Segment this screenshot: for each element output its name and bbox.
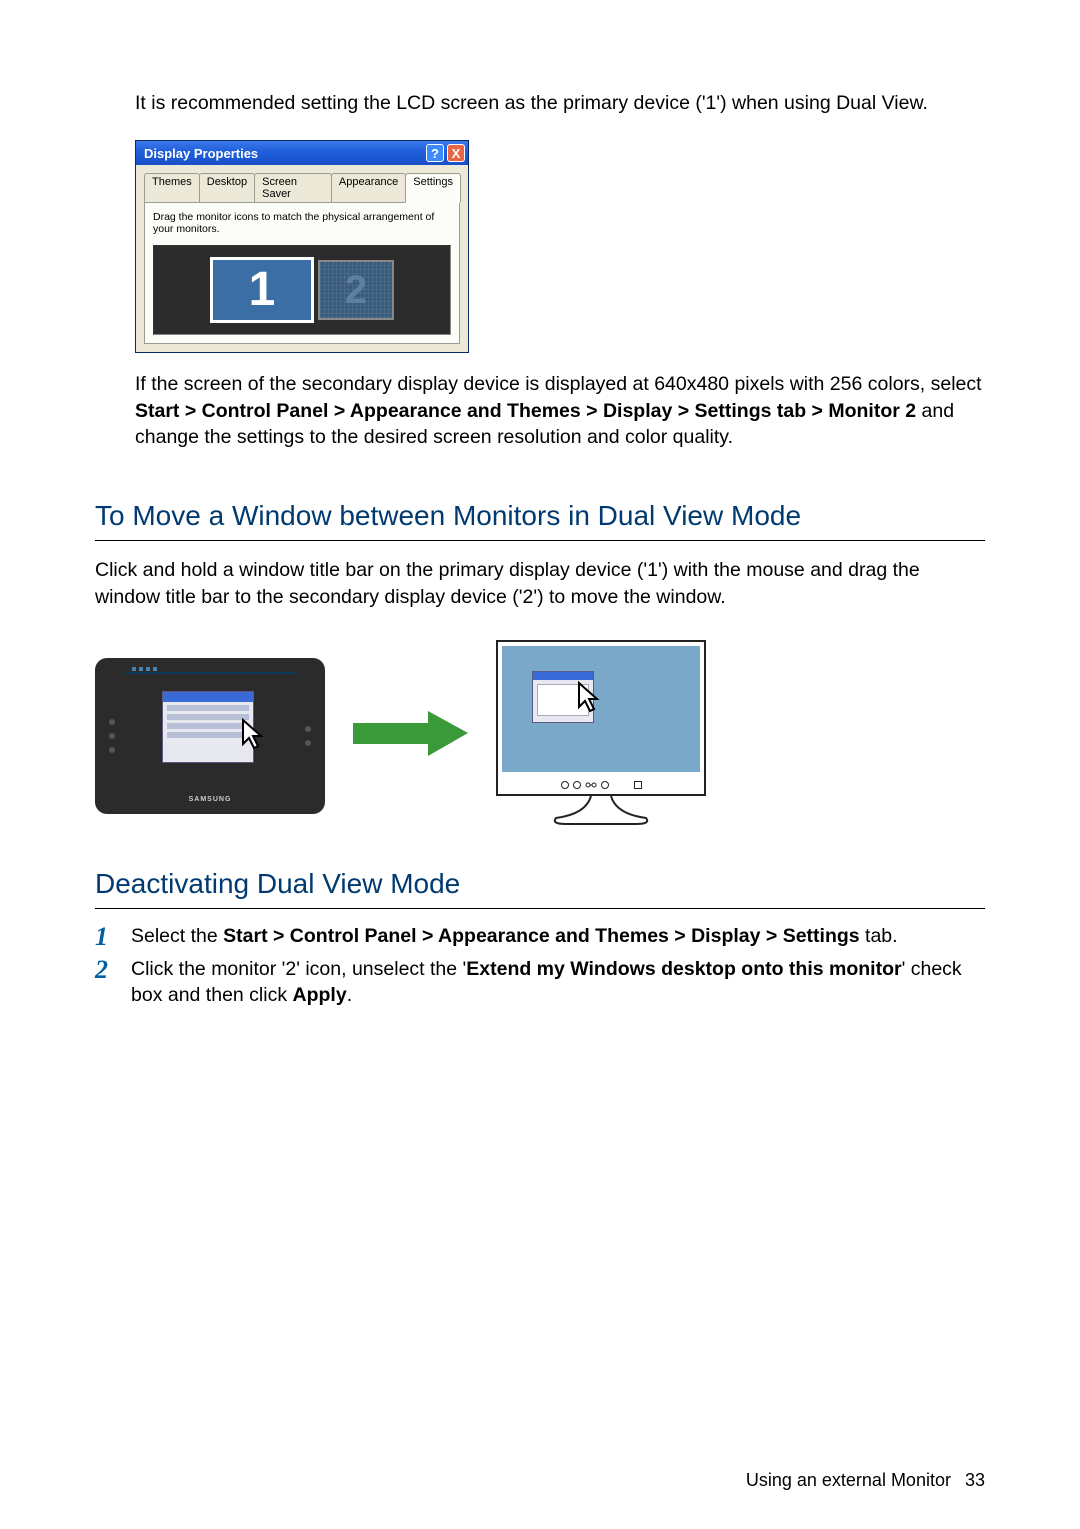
step-1-text-a: Select the (131, 925, 223, 947)
monitor-arrangement-area: 1 2 (153, 245, 451, 335)
para-text-a: If the screen of the secondary display d… (135, 373, 982, 395)
tab-settings[interactable]: Settings (405, 173, 461, 203)
monitor-2-icon[interactable]: 2 (318, 260, 394, 320)
nav-path: Start > Control Panel > Appearance and T… (135, 400, 916, 422)
deactivate-steps: 1 Select the Start > Control Panel > App… (95, 923, 985, 1009)
resolution-paragraph: If the screen of the secondary display d… (95, 371, 985, 450)
external-monitor (496, 640, 706, 833)
intro-paragraph: It is recommended setting the LCD screen… (95, 90, 985, 116)
monitor-screen (502, 646, 700, 772)
step-2-apply-label: Apply (293, 984, 347, 1006)
tab-themes[interactable]: Themes (144, 173, 200, 202)
handheld-device: SAMSUNG (95, 658, 325, 814)
tab-bar: Themes Desktop Screen Saver Appearance S… (136, 165, 468, 202)
step-2-extend-label: Extend my Windows desktop onto this moni… (466, 958, 901, 980)
move-window-paragraph: Click and hold a window title bar on the… (95, 557, 985, 610)
tab-desktop[interactable]: Desktop (199, 173, 255, 202)
arrow-icon (353, 711, 468, 761)
tab-screen-saver[interactable]: Screen Saver (254, 173, 332, 202)
monitor-1-icon[interactable]: 1 (210, 257, 314, 323)
drag-instructions: Drag the monitor icons to match the phys… (153, 211, 451, 235)
close-icon[interactable]: X (447, 144, 465, 162)
device-brand-label: SAMSUNG (121, 796, 299, 803)
display-properties-window: Display Properties ? X Themes Desktop Sc… (135, 140, 469, 353)
step-2-text-c: . (347, 984, 352, 1006)
window-title: Display Properties (144, 146, 258, 161)
monitor-controls (498, 776, 704, 794)
step-1-path: Start > Control Panel > Appearance and T… (223, 925, 859, 947)
page-number: 33 (965, 1470, 985, 1490)
heading-deactivate: Deactivating Dual View Mode (95, 868, 985, 909)
heading-move-window: To Move a Window between Monitors in Dua… (95, 500, 985, 541)
step-2-text-a: Click the monitor '2' icon, unselect the… (131, 958, 466, 980)
drag-diagram: SAMSUNG (95, 640, 985, 833)
monitor-stand (496, 796, 706, 828)
device-screen (125, 672, 295, 674)
step-1-text-b: tab. (860, 925, 898, 947)
tab-appearance[interactable]: Appearance (331, 173, 406, 202)
window-titlebar: Display Properties ? X (136, 141, 468, 165)
help-icon[interactable]: ? (426, 144, 444, 162)
footer-section: Using an external Monitor (746, 1470, 951, 1490)
tab-panel-settings: Drag the monitor icons to match the phys… (144, 202, 460, 344)
step-2: 2 Click the monitor '2' icon, unselect t… (95, 956, 985, 1009)
page-footer: Using an external Monitor 33 (746, 1470, 985, 1491)
step-1: 1 Select the Start > Control Panel > App… (95, 923, 985, 950)
